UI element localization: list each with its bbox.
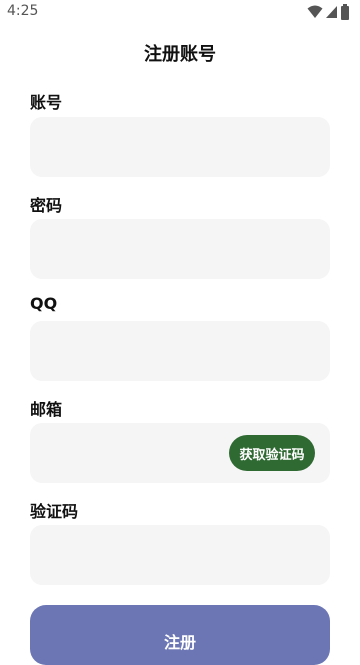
status-icons (305, 4, 350, 20)
code-input[interactable] (30, 525, 330, 585)
qq-label: QQ (30, 294, 58, 313)
account-label: 账号 (30, 93, 63, 112)
get-code-button[interactable]: 获取验证码 (229, 435, 315, 471)
account-input[interactable] (30, 117, 330, 177)
register-button[interactable]: 注册 (30, 605, 330, 665)
battery-icon (341, 4, 349, 20)
wifi-icon (307, 5, 323, 18)
email-label: 邮箱 (30, 400, 63, 419)
status-bar: 4:25 (0, 0, 360, 24)
password-input[interactable] (30, 219, 330, 279)
qq-input[interactable] (30, 321, 330, 381)
password-label: 密码 (30, 196, 63, 215)
cellular-signal-icon (326, 6, 337, 18)
status-time: 4:25 (7, 3, 39, 19)
code-label: 验证码 (30, 502, 79, 521)
page-title: 注册账号 (144, 44, 216, 65)
